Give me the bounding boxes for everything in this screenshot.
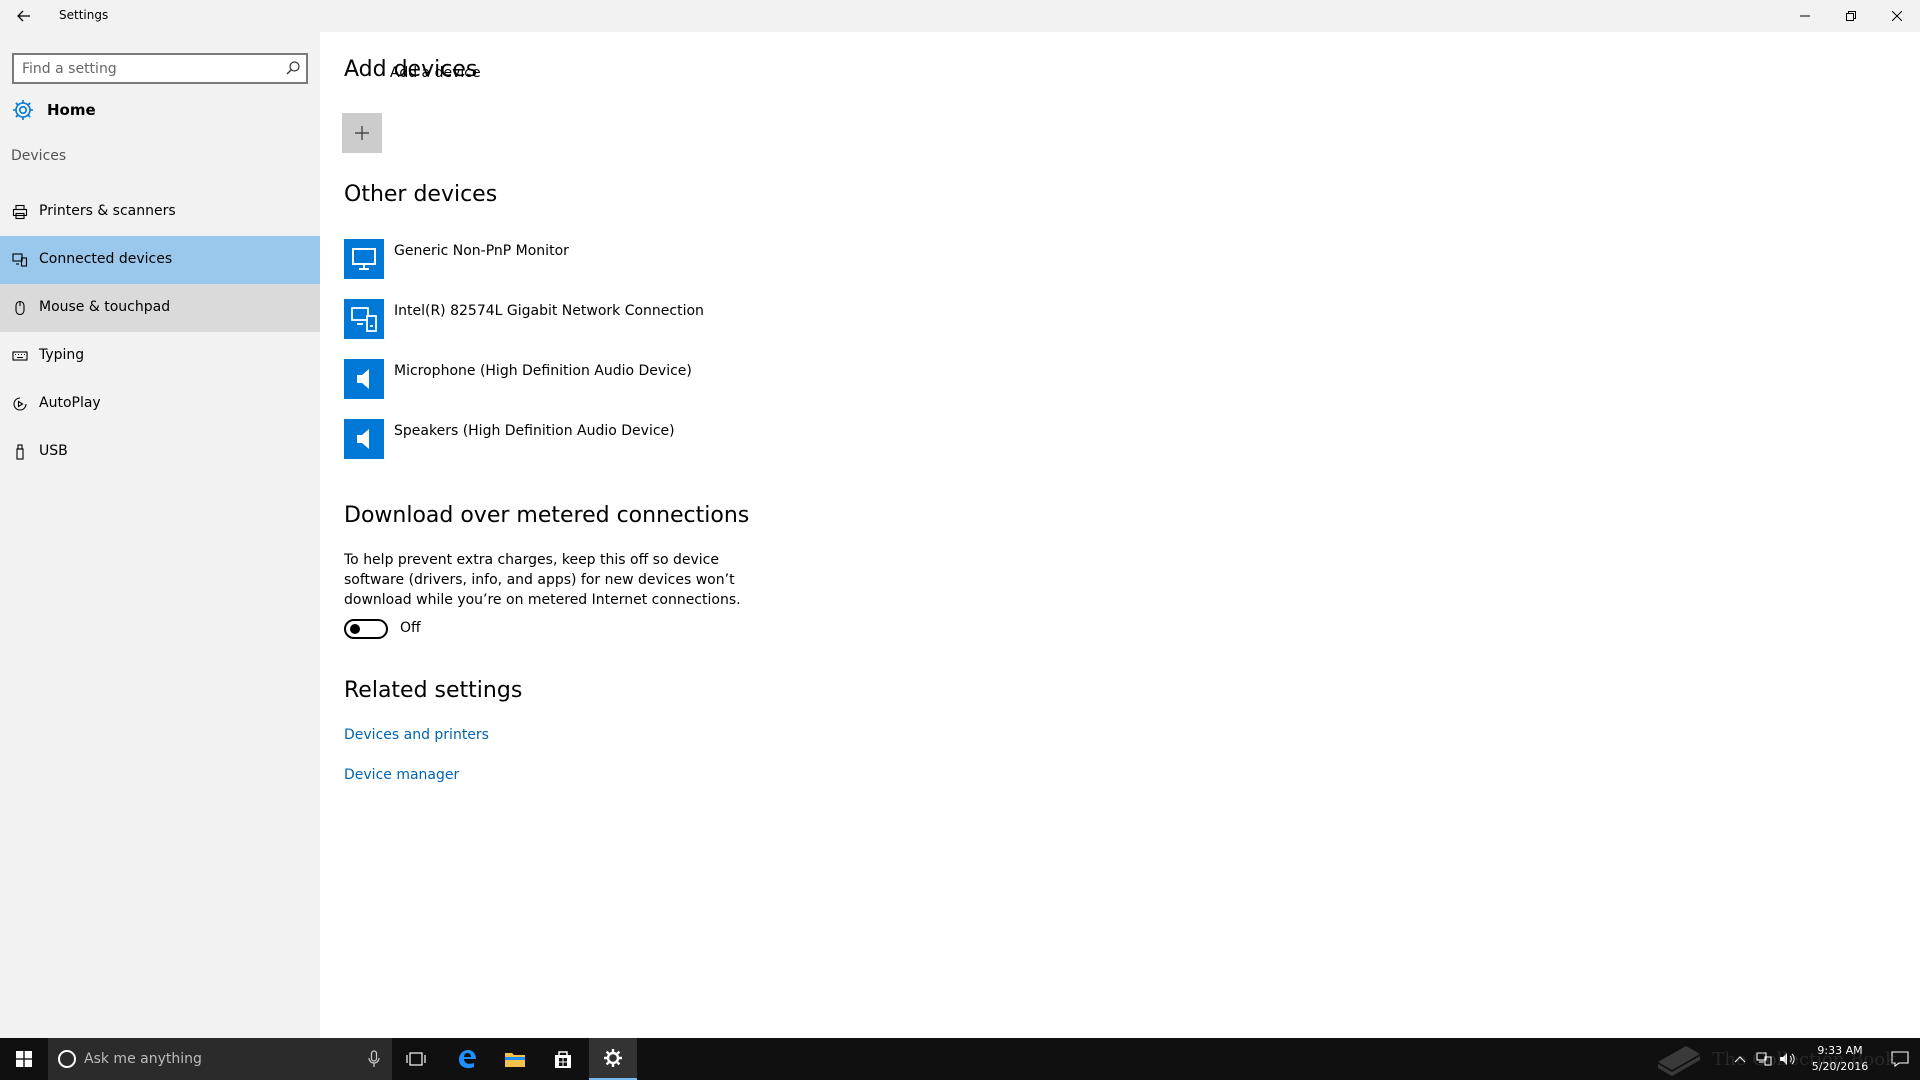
- settings-search-box[interactable]: [12, 53, 308, 84]
- other-devices-heading: Other devices: [344, 182, 498, 207]
- sidebar-item-label: Printers & scanners: [39, 203, 176, 219]
- plus-icon: [355, 126, 369, 140]
- search-input[interactable]: [22, 59, 272, 79]
- sidebar-item-label: USB: [39, 443, 68, 459]
- close-button[interactable]: [1874, 0, 1920, 32]
- home-label: Home: [47, 101, 96, 119]
- minimize-button[interactable]: [1782, 0, 1828, 32]
- main-content: Add devices Add a device Other devices G…: [320, 32, 1920, 1038]
- windows-logo-icon: [16, 1051, 32, 1067]
- metered-description: To help prevent extra charges, keep this…: [344, 552, 741, 608]
- keyboard-icon: [12, 348, 28, 364]
- gear-icon: [12, 99, 34, 125]
- settings-taskbar-button[interactable]: [589, 1038, 637, 1080]
- section-label: Devices: [11, 148, 67, 164]
- search-icon[interactable]: [286, 61, 300, 75]
- toggle-state-label: Off: [400, 620, 421, 636]
- edge-icon: [459, 1050, 476, 1069]
- sidebar-item-mouse-touchpad[interactable]: Mouse & touchpad: [0, 284, 320, 332]
- back-arrow-icon: [17, 10, 30, 22]
- usb-icon: [12, 444, 28, 460]
- device-item[interactable]: Microphone (High Definition Audio Device…: [344, 359, 944, 399]
- sidebar-item-usb[interactable]: USB: [0, 428, 320, 476]
- restore-button[interactable]: [1828, 0, 1874, 32]
- watermark-text: The Collection Book: [1712, 1048, 1896, 1070]
- add-device-tile[interactable]: [342, 113, 382, 153]
- microphone-icon[interactable]: [368, 1050, 380, 1068]
- add-device-label[interactable]: Add a device: [390, 65, 481, 81]
- restore-icon: [1846, 11, 1856, 21]
- cortana-search-input[interactable]: [84, 1049, 344, 1069]
- close-icon: [1892, 11, 1902, 21]
- monitor-icon: [344, 239, 384, 279]
- autoplay-icon: [12, 396, 28, 412]
- related-settings-heading: Related settings: [344, 678, 523, 703]
- metered-toggle[interactable]: [344, 619, 388, 639]
- sidebar-item-label: Mouse & touchpad: [39, 299, 171, 315]
- sidebar-item-label: AutoPlay: [39, 395, 101, 411]
- sidebar: Home Devices Printers & scanners Connect…: [0, 32, 320, 1038]
- device-name: Intel(R) 82574L Gigabit Network Connecti…: [394, 303, 704, 319]
- printer-icon: [12, 204, 28, 220]
- device-item[interactable]: Intel(R) 82574L Gigabit Network Connecti…: [344, 299, 944, 339]
- watermark: The Collection Book: [1656, 1042, 1896, 1076]
- cortana-search[interactable]: [48, 1038, 392, 1080]
- taskbar: 9:33 AM 5/20/2016: [0, 1038, 1920, 1080]
- start-button[interactable]: [0, 1038, 48, 1080]
- toggle-knob: [350, 624, 360, 634]
- sidebar-item-printers-scanners[interactable]: Printers & scanners: [0, 188, 320, 236]
- minimize-icon: [1800, 15, 1810, 17]
- sidebar-item-connected-devices[interactable]: Connected devices: [0, 236, 320, 284]
- task-view-icon: [406, 1052, 426, 1066]
- store-icon: [555, 1051, 571, 1068]
- sidebar-item-label: Connected devices: [39, 251, 173, 267]
- sidebar-nav: Printers & scanners Connected devices Mo…: [0, 188, 320, 476]
- title-bar: Settings: [0, 0, 1920, 32]
- folder-icon: [505, 1053, 525, 1067]
- speaker-icon: [344, 419, 384, 459]
- device-item[interactable]: Speakers (High Definition Audio Device): [344, 419, 944, 459]
- device-name: Speakers (High Definition Audio Device): [394, 423, 675, 439]
- file-explorer-button[interactable]: [491, 1038, 539, 1080]
- device-item[interactable]: Generic Non-PnP Monitor: [344, 239, 944, 279]
- network-device-icon: [344, 299, 384, 339]
- device-name: Generic Non-PnP Monitor: [394, 243, 569, 259]
- cortana-icon: [58, 1050, 76, 1068]
- device-manager-link[interactable]: Device manager: [344, 767, 459, 783]
- devices-and-printers-link[interactable]: Devices and printers: [344, 727, 489, 743]
- sidebar-item-label: Typing: [39, 347, 85, 363]
- window-controls: [1782, 0, 1920, 32]
- speaker-icon: [344, 359, 384, 399]
- edge-browser-button[interactable]: [443, 1038, 491, 1080]
- connected-devices-icon: [12, 252, 28, 268]
- sidebar-item-autoplay[interactable]: AutoPlay: [0, 380, 320, 428]
- book-icon: [1658, 1046, 1701, 1076]
- sidebar-item-typing[interactable]: Typing: [0, 332, 320, 380]
- home-link[interactable]: Home: [0, 90, 320, 130]
- window-title: Settings: [59, 8, 109, 22]
- device-name: Microphone (High Definition Audio Device…: [394, 363, 692, 379]
- metered-heading: Download over metered connections: [344, 503, 750, 528]
- store-button[interactable]: [539, 1038, 587, 1080]
- task-view-button[interactable]: [392, 1038, 440, 1080]
- gear-icon: [604, 1049, 622, 1067]
- mouse-icon: [12, 300, 28, 316]
- back-button[interactable]: [0, 0, 48, 32]
